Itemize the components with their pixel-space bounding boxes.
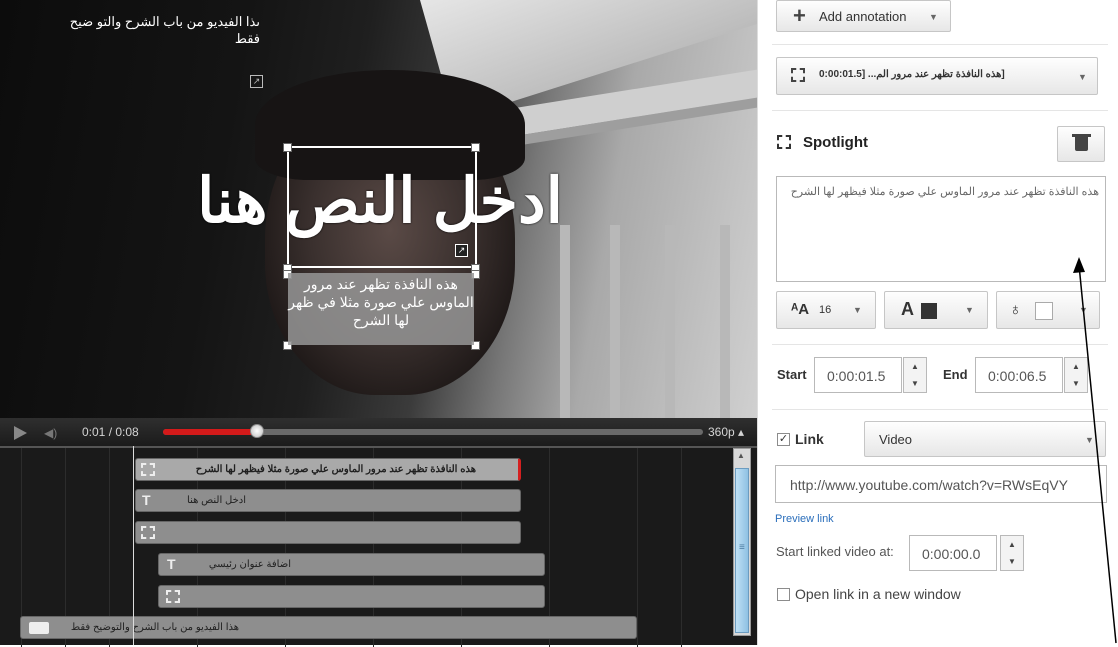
divider (772, 44, 1108, 45)
text-color-dropdown[interactable]: A ▼ (884, 291, 988, 329)
annotation-text-area[interactable]: هذه النافذة تظهر عند مرور الماوس علي صور… (776, 176, 1106, 282)
annotation-select-dropdown[interactable]: [هذه النافذة تظهر عند مرور الم... [0:00:… (776, 57, 1098, 95)
video-viewport[interactable]: ىذا الفيديو من باب الشرح والتو ضيح فقط ↗… (0, 0, 757, 418)
font-size-dropdown[interactable]: ᴬA 16 ▼ (776, 291, 876, 329)
end-label: End (943, 367, 968, 382)
quality-button[interactable]: 360p ▴ (708, 425, 744, 439)
background-color-swatch (1035, 302, 1053, 320)
play-icon[interactable] (14, 426, 27, 440)
link-url-input[interactable]: http://www.youtube.com/watch?v=RWsEqVY (775, 465, 1107, 503)
add-annotation-label: Add annotation (819, 9, 907, 24)
background-plank (560, 225, 570, 418)
timeline-item-label: اضافة عنوان رئيسي (208, 559, 291, 570)
increment-icon[interactable]: ▲ (904, 358, 926, 375)
timeline-item-text[interactable]: T اضافة عنوان رئيسي (158, 553, 545, 576)
spotlight-icon (166, 590, 180, 603)
timeline-item-spotlight-selected[interactable]: هذه النافذة تظهر عند مرور الماوس علي صور… (135, 458, 521, 481)
resize-handle[interactable] (471, 143, 480, 152)
spotlight-tooltip: هذه النافذة تظهر عند مرور الماوس علي صور… (288, 273, 474, 345)
external-link-icon: ↗ (455, 244, 468, 257)
start-linked-input[interactable]: 0:00:00.0 (909, 535, 997, 571)
add-annotation-button[interactable]: + Add annotation ▼ (776, 0, 951, 32)
spotlight-icon (141, 526, 155, 539)
divider (772, 110, 1108, 111)
callout-arrow (1073, 257, 1117, 644)
start-linked-label: Start linked video at: (776, 544, 894, 559)
text-color-icon: A (901, 299, 914, 319)
timeline-playhead[interactable] (133, 446, 134, 645)
quality-label: 360p (708, 425, 735, 439)
scroll-up-icon[interactable]: ▲ (737, 451, 745, 460)
timeline-item-label: ادخل النص هنا (187, 495, 246, 506)
trash-lid (1072, 134, 1091, 137)
background-plank (720, 225, 730, 418)
open-new-window-checkbox[interactable] (777, 588, 790, 601)
text-t-icon: T (167, 556, 176, 572)
decrement-icon[interactable]: ▼ (1001, 553, 1023, 570)
arrow-head-icon (1073, 257, 1085, 273)
paint-bucket-icon: ♁ (1009, 300, 1022, 319)
decrement-icon[interactable]: ▼ (904, 375, 926, 392)
preview-link[interactable]: Preview link (775, 513, 834, 525)
caret-down-icon: ▼ (1078, 72, 1087, 82)
timeline-item-label: هذا الفيديو من باب الشرح والتوضيح فقط (70, 622, 239, 633)
spotlight-icon (777, 135, 791, 149)
caret-down-icon: ▼ (965, 305, 974, 315)
trash-icon (1075, 136, 1088, 151)
start-time-input[interactable]: 0:00:01.5 (814, 357, 902, 393)
spotlight-icon (791, 68, 805, 82)
start-time-stepper[interactable]: ▲ ▼ (903, 357, 927, 393)
speech-annotation-text[interactable]: ىذا الفيديو من باب الشرح والتو ضيح فقط (52, 13, 260, 47)
background-plank (665, 225, 675, 418)
scrubber-handle[interactable] (250, 424, 264, 438)
link-label: Link (795, 431, 824, 447)
timeline-item-spotlight[interactable] (135, 521, 521, 544)
text-color-swatch (921, 303, 937, 319)
spotlight-annotation-box[interactable] (287, 146, 477, 268)
divider (772, 344, 1108, 345)
divider (772, 409, 1108, 410)
speech-bubble-icon (29, 622, 49, 634)
font-size-value: 16 (819, 304, 832, 316)
increment-icon[interactable]: ▲ (1001, 536, 1023, 553)
progress-played (163, 429, 260, 435)
external-link-icon: ↗ (250, 75, 263, 88)
checkmark-icon: ✓ (778, 433, 789, 445)
volume-icon[interactable]: ◀) (44, 426, 57, 440)
caret-down-icon: ▼ (929, 12, 938, 22)
font-size-icon: ᴬA (791, 301, 810, 318)
grip-icon: ≡ (739, 542, 745, 553)
grid-line (637, 448, 638, 647)
open-new-window-label: Open link in a new window (795, 586, 961, 602)
annotation-type-title: Spotlight (803, 134, 868, 151)
delete-annotation-button[interactable] (1057, 126, 1105, 162)
caret-down-icon: ▼ (853, 305, 862, 315)
plus-icon: + (793, 3, 806, 28)
timeline-item-label: هذه النافذة تظهر عند مرور الماوس علي صور… (195, 464, 476, 475)
timeline-item-text[interactable]: T ادخل النص هنا (135, 489, 521, 512)
annotation-select-value: [هذه النافذة تظهر عند مرور الم... [0:00:… (819, 69, 1005, 80)
link-type-value: Video (879, 432, 913, 447)
caret-up-icon: ▴ (734, 425, 745, 439)
start-linked-stepper[interactable]: ▲ ▼ (1000, 535, 1024, 571)
spotlight-icon (141, 463, 155, 476)
background-plank (610, 225, 620, 418)
grid-line (681, 448, 682, 647)
text-t-icon: T (142, 492, 151, 508)
timeline-item-speech[interactable]: هذا الفيديو من باب الشرح والتوضيح فقط (20, 616, 637, 639)
end-time-input[interactable]: 0:00:06.5 (975, 357, 1063, 393)
scrollbar-thumb[interactable]: ≡ (735, 468, 749, 633)
time-display: 0:01 / 0:08 (82, 425, 139, 439)
start-label: Start (777, 367, 807, 382)
resize-handle[interactable] (283, 143, 292, 152)
link-checkbox[interactable]: ✓ (777, 433, 790, 446)
timeline-item-spotlight[interactable] (158, 585, 545, 608)
